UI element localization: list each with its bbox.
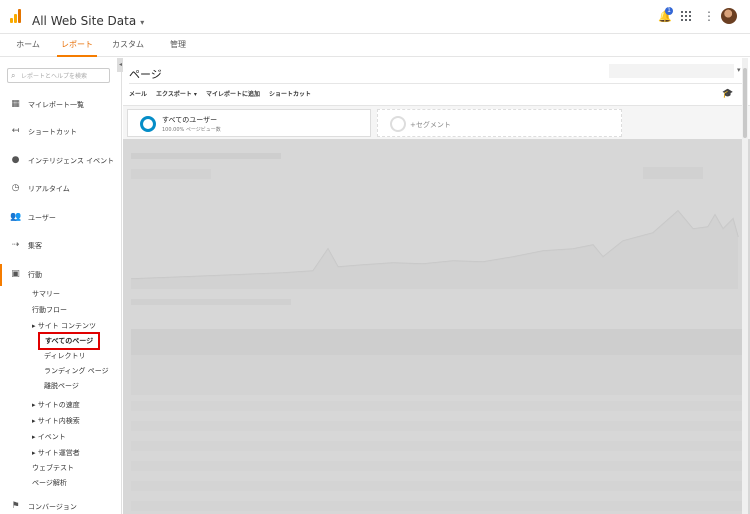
sub-exit-pages[interactable]: 離脱ページ [44, 381, 79, 391]
report-main: ページ ▾ メール エクスポート ▾ マイレポートに追加 ショートカット 🎓 すべての… [123, 58, 750, 514]
sidebar-item-acquisition[interactable]: ⇢ 集客 [0, 235, 121, 257]
report-toolbar: メール エクスポート ▾ マイレポートに追加 ショートカット [129, 89, 320, 101]
segment-ring-icon [140, 116, 156, 132]
page-title: ページ [129, 68, 162, 81]
main-tabs: ホーム レポート カスタム 管理 [0, 35, 750, 57]
caret-down-icon: ▾ [737, 66, 741, 74]
segment-all-users[interactable]: すべてのユーザー 100.00% ページビュー数 [127, 109, 371, 137]
export-button[interactable]: エクスポート ▾ [156, 91, 197, 98]
tab-reports[interactable]: レポート [57, 35, 97, 57]
property-title: All Web Site Data [32, 14, 137, 28]
behavior-icon: ▣ [11, 269, 20, 279]
search-icon: ⌕ [11, 71, 16, 80]
tab-admin[interactable]: 管理 [163, 35, 193, 57]
sub-landing-pages[interactable]: ランディング ページ [44, 366, 109, 376]
people-icon: 👥 [10, 212, 22, 222]
avatar[interactable] [721, 8, 737, 24]
sidebar-item-intelligence[interactable]: ● インテリジェンス イベント [0, 150, 121, 172]
sub-site-search[interactable]: ▸ サイト内検索 [32, 416, 80, 426]
apps-grid-icon[interactable] [681, 11, 691, 21]
sidebar-item-realtime[interactable]: ◷ リアルタイム [0, 178, 121, 200]
add-to-dashboard-button[interactable]: マイレポートに追加 [206, 91, 260, 98]
more-vert-icon[interactable]: ⋮ [703, 9, 715, 23]
sidebar-item-audience[interactable]: 👥 ユーザー [0, 207, 121, 229]
shortcut-arrow-icon: ↤ [11, 126, 20, 136]
grid-icon: ▦ [11, 99, 20, 109]
notification-badge: 1 [665, 7, 673, 15]
top-bar: All Web Site Data ▾ 🔔 1 ⋮ [0, 0, 750, 34]
sub-site-content[interactable]: ▸ サイト コンテンツ [32, 321, 96, 331]
loading-overlay [123, 139, 750, 514]
sub-directory[interactable]: ディレクトリ [44, 351, 86, 361]
tab-custom[interactable]: カスタム [108, 35, 148, 57]
sub-page-analytics[interactable]: ページ解析 [32, 478, 67, 488]
sub-all-pages[interactable]: すべてのページ [38, 332, 101, 350]
sidebar-item-behavior[interactable]: ▣ 行動 [0, 264, 121, 286]
sidebar-item-conversions[interactable]: ⚑ コンバージョン [0, 496, 121, 514]
acquisition-icon: ⇢ [11, 240, 20, 250]
email-button[interactable]: メール [129, 91, 147, 98]
sub-events[interactable]: ▸ イベント [32, 432, 66, 442]
shortcut-button[interactable]: ショートカット [269, 91, 311, 98]
sidebar-item-shortcuts[interactable]: ↤ ショートカット [0, 121, 121, 143]
property-selector[interactable]: All Web Site Data ▾ [32, 14, 144, 28]
tab-home[interactable]: ホーム [10, 35, 46, 57]
main-scrollbar[interactable] [742, 58, 748, 514]
sub-publisher[interactable]: ▸ サイト運営者 [32, 448, 80, 458]
clock-icon: ◷ [11, 183, 20, 193]
sub-site-speed[interactable]: ▸ サイトの速度 [32, 400, 80, 410]
flag-icon: ⚑ [11, 501, 20, 511]
analytics-logo[interactable] [10, 9, 22, 23]
date-range-selector[interactable] [609, 64, 734, 78]
caret-down-icon: ▾ [140, 18, 145, 27]
graduation-cap-icon[interactable]: 🎓 [722, 89, 733, 99]
sub-experiments[interactable]: ウェブテスト [32, 463, 74, 473]
divider [129, 83, 743, 84]
segment-bar: すべてのユーザー 100.00% ページビュー数 +セグメント [123, 105, 750, 139]
empty-ring-icon [390, 116, 406, 132]
search-input[interactable]: ⌕ レポートとヘルプを検索 [7, 68, 110, 83]
search-placeholder: レポートとヘルプを検索 [21, 73, 88, 80]
sidebar-item-my-reports[interactable]: ▦ マイレポート一覧 [0, 94, 121, 116]
add-segment-button[interactable]: +セグメント [377, 109, 622, 137]
bulb-icon: ● [11, 155, 20, 165]
sub-behavior-flow[interactable]: 行動フロー [32, 305, 67, 315]
sidebar: ◂ ⌕ レポートとヘルプを検索 ▦ マイレポート一覧 ↤ ショートカット ● イ… [0, 58, 124, 514]
sub-summary[interactable]: サマリー [32, 289, 60, 299]
